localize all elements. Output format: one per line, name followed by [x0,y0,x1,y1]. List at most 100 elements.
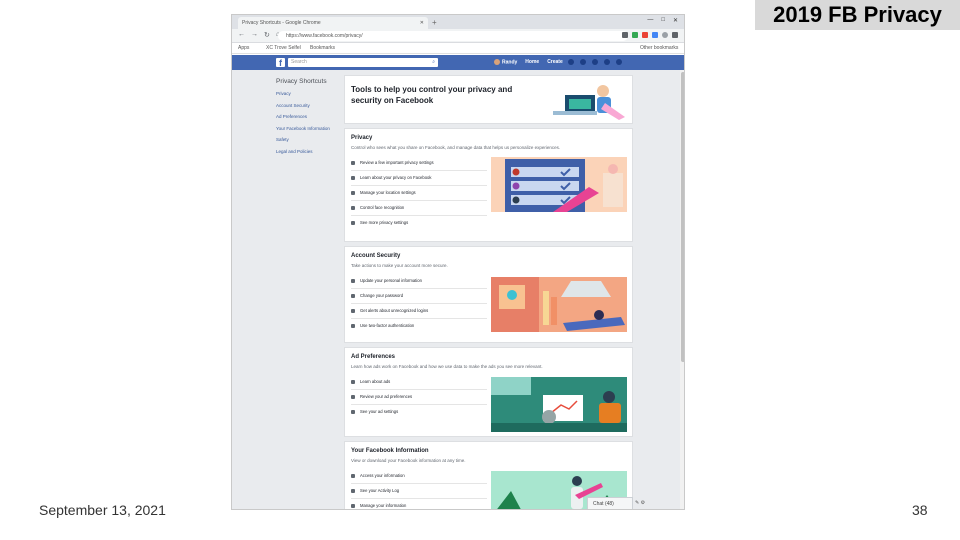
address-bar-row: ← → ↻ ⌂ https://www.facebook.com/privacy… [232,29,684,43]
minimize-icon[interactable]: — [647,17,653,24]
face-icon [351,205,355,210]
info-item-label: See your Activity Log [360,488,400,493]
nav-profile-label: Randy [502,59,518,66]
back-icon[interactable]: ← [238,31,245,39]
bookmark-apps[interactable]: Apps [238,45,249,51]
security-item-label: Change your password [360,293,404,298]
privacy-illustration [491,157,627,212]
shortcut-account-security[interactable]: Account Security [276,103,342,115]
security-item-label: Use two-factor authentication [360,323,415,328]
info-item-label: Manage your information [360,503,407,508]
extension-icon[interactable] [652,32,658,38]
browser-tab[interactable]: Privacy Shortcuts - Google Chrome ✕ [238,17,428,29]
nav-home[interactable]: Home [525,59,539,65]
security-item[interactable]: Update your personal information [351,275,487,289]
new-tab-icon[interactable]: + [432,19,440,27]
ads-item-label: Review your ad preferences [360,394,413,399]
avatar [494,59,500,65]
close-tab-icon[interactable]: ✕ [420,17,424,29]
account-menu-icon[interactable] [616,59,622,65]
privacy-item-label: Review a few important privacy settings [360,160,434,165]
ad-preferences-subtitle: Learn how ads work on Facebook and how w… [351,364,543,369]
ads-item[interactable]: Learn about ads [351,376,487,390]
friend-requests-icon[interactable] [568,59,574,65]
privacy-item-label: Manage your location settings [360,190,416,195]
more-icon [351,220,355,225]
url-input[interactable]: https://www.facebook.com/privacy/ [278,31,628,41]
privacy-item-label: See more privacy settings [360,220,409,225]
info-item-label: Access your information [360,473,405,478]
info-item[interactable]: Manage your information [351,500,487,509]
intro-card: Tools to help you control your privacy a… [344,75,633,124]
nav-profile[interactable]: Randy [494,59,517,65]
settings-icon [351,503,355,508]
privacy-item[interactable]: Review a few important privacy settings [351,157,487,171]
notifications-icon[interactable] [592,59,598,65]
security-item[interactable]: Use two-factor authentication [351,320,487,334]
shortcut-ad-preferences[interactable]: Ad Preferences [276,114,342,126]
facebook-logo-icon[interactable]: f [276,58,285,68]
alert-icon [351,308,355,313]
privacy-item-label: Learn about your privacy on Facebook [360,175,432,180]
lock-icon [351,160,355,165]
close-window-icon[interactable]: ✕ [673,17,678,24]
facebook-top-bar: f Search ⌕ Randy Home Create [232,55,684,70]
security-item-label: Get alerts about unrecognized logins [360,308,429,313]
shortcuts-title: Privacy Shortcuts [276,78,327,85]
help-icon[interactable] [604,59,610,65]
chat-settings-icon[interactable]: ⚙ [641,500,645,506]
extension-icons [622,32,678,38]
security-item[interactable]: Get alerts about unrecognized logins [351,305,487,319]
bookmark-other[interactable]: Other bookmarks [640,45,678,51]
forward-icon[interactable]: → [251,31,258,39]
privacy-item[interactable]: Learn about your privacy on Facebook [351,172,487,186]
ads-item[interactable]: Review your ad preferences [351,391,487,405]
account-security-illustration [491,277,627,332]
privacy-item[interactable]: Manage your location settings [351,187,487,201]
scrollbar-thumb[interactable] [681,72,684,362]
facebook-information-heading: Your Facebook Information [351,448,429,454]
nav-create[interactable]: Create [547,59,563,65]
facebook-information-subtitle: View or download your Facebook informati… [351,458,466,463]
window-controls: — □ ✕ [647,17,678,24]
ad-preferences-illustration [491,377,627,432]
menu-icon[interactable] [672,32,678,38]
slide-date: September 13, 2021 [39,502,166,518]
bookmark-star-icon[interactable] [622,32,628,38]
reload-icon[interactable]: ↻ [264,31,270,39]
messenger-icon[interactable] [580,59,586,65]
search-icon[interactable]: ⌕ [432,58,435,67]
security-item-label: Update your personal information [360,278,422,283]
facebook-icons [568,59,622,65]
bookmark-item[interactable]: XC Trove Selfel [266,45,301,51]
profile-icon[interactable] [662,32,668,38]
chat-bar[interactable]: Chat (48) [587,497,633,509]
new-message-icon[interactable]: ✎ [635,500,639,506]
info-item[interactable]: Access your information [351,470,487,484]
info-item[interactable]: See your Activity Log [351,485,487,499]
key-icon [351,293,355,298]
maximize-icon[interactable]: □ [661,17,665,24]
page-scrollbar[interactable] [680,70,684,509]
privacy-item[interactable]: See more privacy settings [351,217,487,231]
shortcut-privacy[interactable]: Privacy [276,91,342,103]
facebook-search-input[interactable]: Search ⌕ [288,58,438,67]
search-placeholder: Search [291,59,307,65]
shortcut-your-facebook-information[interactable]: Your Facebook Information [276,126,342,138]
extension-icon[interactable] [632,32,638,38]
id-card-icon [351,278,355,283]
privacy-heading: Privacy [351,135,373,141]
ad-preferences-card: Ad Preferences Learn how ads work on Fac… [344,347,633,437]
chat-bar-icons: ✎ ⚙ [635,500,645,506]
account-security-subtitle: Take actions to make your account more s… [351,263,448,268]
shortcut-legal-policies[interactable]: Legal and Policies [276,149,342,161]
browser-screenshot: Privacy Shortcuts - Google Chrome ✕ + — … [231,14,685,510]
security-item[interactable]: Change your password [351,290,487,304]
list-icon [351,488,355,493]
extension-icon[interactable] [642,32,648,38]
info-icon [351,379,355,384]
ads-item[interactable]: See your ad settings [351,406,487,420]
bookmark-item[interactable]: Bookmarks [310,45,335,51]
privacy-item[interactable]: Control face recognition [351,202,487,216]
shortcut-safety[interactable]: Safety [276,137,342,149]
